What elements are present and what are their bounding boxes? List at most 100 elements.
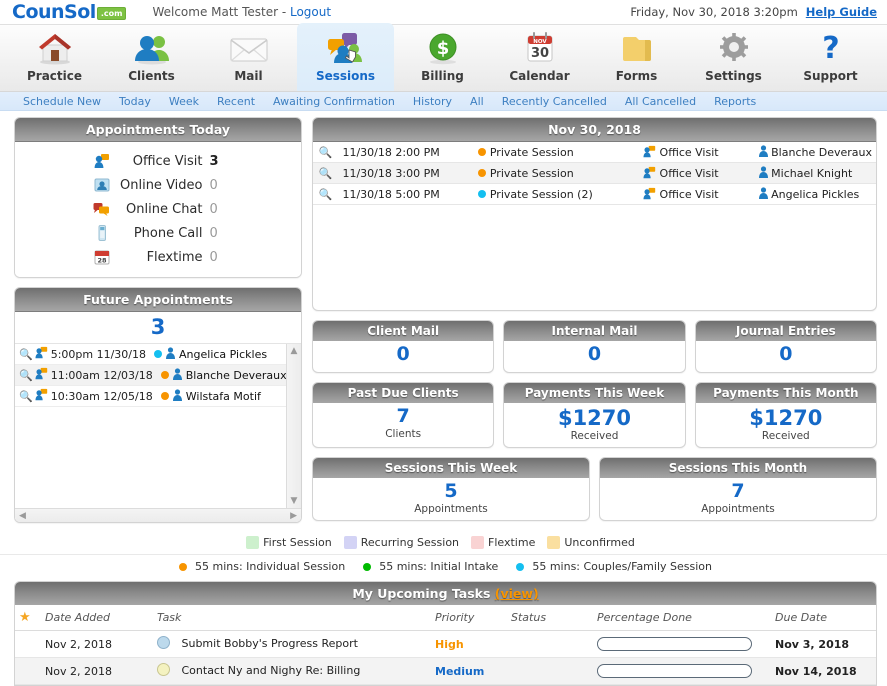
help-guide-link[interactable]: Help Guide	[806, 5, 877, 19]
magnify-icon[interactable]: 🔍	[19, 369, 33, 382]
subnav-recently-cancelled[interactable]: Recently Cancelled	[493, 95, 616, 108]
appointment-type-row[interactable]: Office Visit 3	[15, 149, 301, 173]
task-star-cell[interactable]	[15, 630, 41, 658]
subnav-today[interactable]: Today	[110, 95, 160, 108]
stat-title: Sessions This Month	[600, 458, 876, 478]
appointments-today-list: Office Visit 3 Online Video 0 Online Cha…	[15, 142, 301, 277]
table-row[interactable]: Nov 2, 2018 Contact Ny and Nighy Re: Bil…	[15, 657, 876, 685]
appointment-type-count: 0	[209, 225, 218, 241]
appointment-type-row[interactable]: Online Chat 0	[15, 197, 301, 221]
stat-sessions-this-week[interactable]: Sessions This Week 5 Appointments	[312, 457, 590, 521]
scroll-right-icon[interactable]: ▶	[290, 511, 297, 521]
magnify-icon[interactable]: 🔍	[19, 348, 33, 361]
stat-client-mail[interactable]: Client Mail 0	[312, 320, 495, 373]
legend-item: Unconfirmed	[547, 536, 635, 549]
future-appointment-row[interactable]: 🔍 11:00am 12/03/18 Blanche Deveraux	[15, 365, 301, 386]
tasks-view-link[interactable]: (view)	[495, 586, 539, 601]
task-status	[507, 630, 593, 658]
nav-item-forms[interactable]: Forms	[588, 23, 685, 91]
stat-past-due-clients[interactable]: Past Due Clients 7 Clients	[312, 381, 495, 448]
subnav-awaiting-confirmation[interactable]: Awaiting Confirmation	[264, 95, 404, 108]
nav-item-practice[interactable]: Practice	[6, 23, 103, 91]
session-color-legend: First Session Recurring Session Flextime…	[0, 532, 887, 555]
magnify-icon[interactable]: 🔍	[19, 390, 33, 403]
appointment-type-row[interactable]: Flextime 28 0	[15, 245, 301, 269]
future-appointment-row[interactable]: 🔍 10:30am 12/05/18 Wilstafa Motif	[15, 386, 301, 407]
magnify-icon-cell[interactable]: 🔍	[313, 183, 339, 205]
magnify-icon-cell[interactable]: 🔍	[313, 162, 339, 184]
nav-item-settings[interactable]: Settings	[685, 23, 782, 91]
stat-sessions-this-month[interactable]: Sessions This Month 7 Appointments	[599, 457, 877, 521]
top-header-bar: CounSol .com Welcome Matt Tester - Logou…	[0, 0, 887, 24]
table-row[interactable]: 🔍 11/30/18 3:00 PM Private Session Offic…	[313, 162, 876, 184]
progress-bar[interactable]	[597, 664, 752, 678]
stat-subtitle: Appointments	[414, 502, 488, 515]
stat-title: Client Mail	[313, 321, 494, 341]
visit-mode-text: Office Visit	[659, 146, 719, 159]
magnify-icon-cell[interactable]: 🔍	[313, 142, 339, 163]
calendar-day-text: 30	[530, 46, 548, 61]
legend-dot-couples-family-session	[516, 562, 525, 571]
nav-item-calendar[interactable]: NOV 30 Calendar	[491, 23, 588, 91]
magnify-icon[interactable]: 🔍	[319, 188, 333, 201]
session-type-dot	[160, 392, 169, 400]
calendar-icon: NOV 30	[517, 29, 563, 67]
legend-swatch-recurring-session	[343, 536, 357, 549]
appointment-type-cell: Private Session	[469, 162, 640, 184]
table-row[interactable]: Nov 2, 2018 Submit Bobby's Progress Repo…	[15, 630, 876, 658]
subnav-all[interactable]: All	[461, 95, 493, 108]
subnav-schedule-new[interactable]: Schedule New	[14, 95, 110, 108]
task-due-date: Nov 3, 2018	[771, 630, 876, 658]
subnav-history[interactable]: History	[404, 95, 461, 108]
stat-journal-entries[interactable]: Journal Entries 0	[694, 320, 877, 373]
office-visit-icon	[35, 346, 48, 362]
phone-call-icon	[92, 225, 112, 241]
legend-item: 55 mins: Individual Session	[175, 560, 345, 573]
counsol-logo[interactable]: CounSol .com	[12, 1, 127, 23]
office-visit-icon	[35, 367, 48, 383]
appointment-type-count: 0	[209, 177, 218, 193]
vertical-scrollbar[interactable]: ▲ ▼	[286, 344, 301, 508]
nav-item-sessions[interactable]: Sessions	[297, 23, 394, 91]
appointment-type-row[interactable]: Online Video 0	[15, 173, 301, 197]
appointment-type-row[interactable]: Phone Call 0	[15, 221, 301, 245]
svg-text:28: 28	[97, 257, 107, 265]
nav-label-sessions: Sessions	[315, 69, 376, 83]
appointment-type-label: Online Video	[120, 177, 203, 193]
person-icon	[758, 187, 768, 201]
future-appointment-row[interactable]: 🔍 5:00pm 11/30/18 Angelica Pickles	[15, 344, 301, 365]
nav-label-calendar: Calendar	[509, 69, 570, 83]
tasks-star-header: ★	[15, 605, 41, 631]
progress-bar[interactable]	[597, 637, 752, 651]
future-appointments-body: 3 🔍 5:00pm 11/30/18 Angelica Pickles 🔍 1…	[15, 312, 301, 522]
subnav-recent[interactable]: Recent	[208, 95, 264, 108]
scroll-up-icon[interactable]: ▲	[291, 346, 298, 356]
task-status-bubble-icon[interactable]	[157, 636, 170, 649]
nav-label-mail: Mail	[234, 69, 263, 83]
nav-item-mail[interactable]: Mail	[200, 23, 297, 91]
table-row[interactable]: 🔍 11/30/18 2:00 PM Private Session Offic…	[313, 142, 876, 163]
subnav-reports[interactable]: Reports	[705, 95, 765, 108]
stat-body: 0	[696, 341, 876, 372]
scroll-left-icon[interactable]: ◀	[19, 511, 26, 521]
magnify-icon[interactable]: 🔍	[319, 146, 333, 159]
stat-title: Payments This Month	[695, 382, 876, 403]
table-row[interactable]: 🔍 11/30/18 5:00 PM Private Session (2) O…	[313, 183, 876, 205]
nav-item-billing[interactable]: $ Billing	[394, 23, 491, 91]
nav-item-clients[interactable]: Clients	[103, 23, 200, 91]
stat-payments-this-month[interactable]: Payments This Month $1270 Received	[694, 381, 877, 448]
magnify-icon[interactable]: 🔍	[319, 167, 333, 180]
horizontal-scrollbar[interactable]: ◀ ▶	[15, 508, 301, 522]
subnav-week[interactable]: Week	[160, 95, 208, 108]
appointments-today-title: Appointments Today	[15, 118, 301, 142]
task-status-bubble-icon[interactable]	[157, 663, 170, 676]
subnav-all-cancelled[interactable]: All Cancelled	[616, 95, 705, 108]
nav-label-billing: Billing	[421, 69, 464, 83]
nav-item-support[interactable]: ? Support	[782, 23, 879, 91]
task-star-cell[interactable]	[15, 657, 41, 685]
stat-internal-mail[interactable]: Internal Mail 0	[503, 320, 686, 373]
legend-item: 55 mins: Initial Intake	[359, 560, 498, 573]
logout-link[interactable]: Logout	[290, 5, 331, 19]
scroll-down-icon[interactable]: ▼	[291, 496, 298, 506]
stat-payments-this-week[interactable]: Payments This Week $1270 Received	[503, 381, 686, 448]
